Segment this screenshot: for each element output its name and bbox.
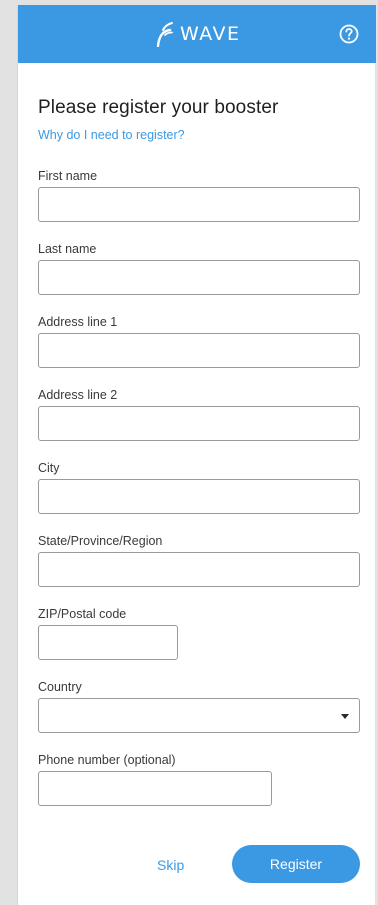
app-header: WAVE bbox=[18, 5, 376, 63]
wave-logo: WAVE bbox=[156, 19, 241, 49]
skip-button[interactable]: Skip bbox=[157, 857, 184, 873]
zip-input[interactable] bbox=[38, 625, 178, 660]
zip-label: ZIP/Postal code bbox=[38, 607, 127, 621]
last-name-input[interactable] bbox=[38, 260, 360, 295]
why-register-link[interactable]: Why do I need to register? bbox=[38, 128, 185, 142]
phone-label: Phone number (optional) bbox=[38, 753, 176, 767]
logo-text: WAVE bbox=[180, 23, 241, 45]
last-name-label: Last name bbox=[38, 242, 97, 256]
city-input[interactable] bbox=[38, 479, 360, 514]
country-label: Country bbox=[38, 680, 82, 694]
wave-icon bbox=[156, 22, 173, 47]
address-line2-input[interactable] bbox=[38, 406, 360, 441]
register-button[interactable]: Register bbox=[232, 845, 360, 883]
state-label: State/Province/Region bbox=[38, 534, 163, 548]
state-input[interactable] bbox=[38, 552, 360, 587]
country-select[interactable] bbox=[38, 698, 360, 733]
help-icon[interactable] bbox=[338, 23, 360, 45]
phone-input[interactable] bbox=[38, 771, 272, 806]
address-line1-label: Address line 1 bbox=[38, 315, 118, 329]
registration-screen: WAVE Please register your booster Why do… bbox=[17, 5, 376, 905]
city-label: City bbox=[38, 461, 60, 475]
chevron-down-icon bbox=[341, 714, 349, 719]
first-name-input[interactable] bbox=[38, 187, 360, 222]
address-line2-label: Address line 2 bbox=[38, 388, 118, 402]
first-name-label: First name bbox=[38, 169, 98, 183]
address-line1-input[interactable] bbox=[38, 333, 360, 368]
page-title: Please register your booster bbox=[38, 97, 279, 118]
